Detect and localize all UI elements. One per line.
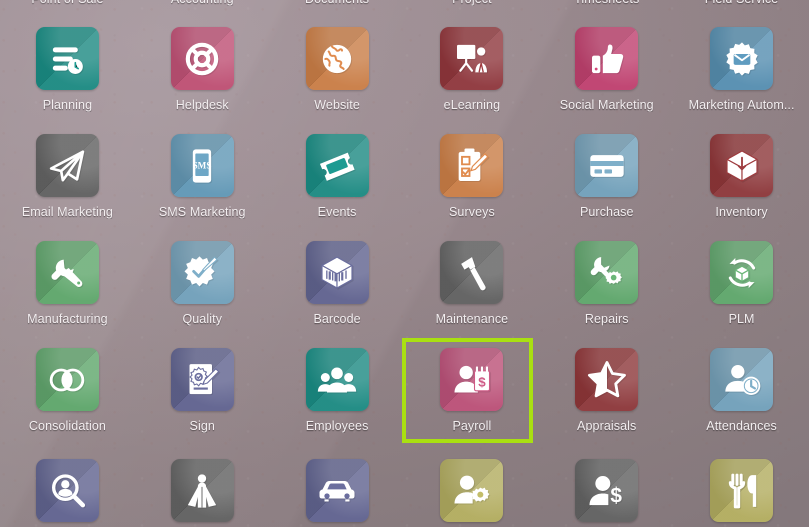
globe-icon[interactable]: [305, 27, 369, 90]
app-tile-payroll[interactable]: $ Payroll: [404, 334, 539, 441]
planning-icon[interactable]: [35, 27, 99, 90]
car-icon[interactable]: [305, 459, 369, 522]
barcode-box-icon[interactable]: [305, 241, 369, 304]
app-label: Helpdesk: [175, 98, 229, 112]
app-tile-social-marketing[interactable]: Social Marketing: [539, 13, 674, 120]
lifebuoy-icon[interactable]: [170, 27, 234, 90]
app-tile-appraisals[interactable]: Appraisals: [539, 334, 674, 441]
app-tile-barcode[interactable]: Barcode: [270, 227, 405, 334]
app-tile-events[interactable]: Events: [270, 120, 405, 227]
app-label: SMS Marketing: [158, 205, 246, 219]
people-group-icon[interactable]: [305, 348, 369, 411]
app-tile-sms-marketing[interactable]: SMS SMS Marketing: [135, 120, 270, 227]
gear-envelope-icon[interactable]: [710, 27, 774, 90]
signed-document-icon[interactable]: [170, 348, 234, 411]
app-label: Purchase: [579, 205, 634, 219]
fork-knife-icon[interactable]: [710, 459, 774, 522]
svg-text:$: $: [610, 484, 622, 507]
half-star-icon[interactable]: [575, 348, 639, 411]
app-tile-email-marketing[interactable]: Email Marketing: [0, 120, 135, 227]
app-label: Maintenance: [435, 312, 509, 326]
app-tile-website[interactable]: Website: [270, 13, 405, 120]
app-tile-repairs[interactable]: Repairs: [539, 227, 674, 334]
app-label: Attendances: [706, 419, 777, 433]
app-label: Events: [317, 205, 357, 219]
app-tile-employees[interactable]: Employees: [270, 334, 405, 441]
app-tile-fleet[interactable]: [270, 448, 405, 527]
app-label: Marketing Autom...: [688, 98, 795, 112]
app-tile-consolidation[interactable]: Consolidation: [0, 334, 135, 441]
svg-text:$: $: [478, 374, 486, 389]
app-tile-planning[interactable]: Planning: [0, 13, 135, 120]
app-label: eLearning: [443, 98, 501, 112]
app-tile-skills[interactable]: [404, 448, 539, 527]
app-tile-lunch[interactable]: [674, 448, 809, 527]
app-tile-maintenance[interactable]: Maintenance: [404, 227, 539, 334]
app-label: Manufacturing: [27, 312, 108, 326]
app-tile-plm[interactable]: PLM: [674, 227, 809, 334]
wrench-gear-icon[interactable]: [575, 241, 639, 304]
wrench-icon[interactable]: [35, 241, 99, 304]
person-gear-icon[interactable]: [440, 459, 504, 522]
person-search-icon[interactable]: [35, 459, 99, 522]
app-label: Barcode: [313, 312, 361, 326]
app-label: Sign: [189, 419, 215, 433]
app-label: Quality: [182, 312, 223, 326]
person-cape-icon[interactable]: [170, 459, 234, 522]
app-tile-recruitment[interactable]: [0, 448, 135, 527]
desktop-background: Point of SaleAccountingDocumentsProjectT…: [0, 0, 809, 527]
app-label: Inventory: [715, 205, 768, 219]
app-tile-time-off[interactable]: [135, 448, 270, 527]
thumbs-up-icon[interactable]: [575, 27, 639, 90]
app-label: Email Marketing: [21, 205, 113, 219]
badge-check-pen-icon[interactable]: [170, 241, 234, 304]
app-label: Website: [314, 98, 360, 112]
app-label: Repairs: [584, 312, 629, 326]
app-tile-manufacturing[interactable]: Manufacturing: [0, 227, 135, 334]
app-tile-quality[interactable]: Quality: [135, 227, 270, 334]
person-clock-icon[interactable]: [710, 348, 774, 411]
paper-plane-icon[interactable]: [35, 134, 99, 197]
app-label: Consolidation: [28, 419, 106, 433]
app-label: Payroll: [452, 419, 492, 433]
app-tile-marketing-autom[interactable]: Marketing Autom...: [674, 13, 809, 120]
clipboard-pen-icon[interactable]: [440, 134, 504, 197]
sms-phone-icon[interactable]: SMS: [170, 134, 234, 197]
clipped-bottom-row: $: [0, 448, 809, 527]
app-label: Appraisals: [577, 419, 637, 433]
app-tile-elearning[interactable]: eLearning: [404, 13, 539, 120]
app-tile-purchase[interactable]: Purchase: [539, 120, 674, 227]
app-label: Employees: [305, 419, 369, 433]
open-box-icon[interactable]: [710, 134, 774, 197]
app-tile-helpdesk[interactable]: Helpdesk: [135, 13, 270, 120]
app-tile-surveys[interactable]: Surveys: [404, 120, 539, 227]
presentation-board-icon[interactable]: [440, 27, 504, 90]
app-label: Surveys: [448, 205, 495, 219]
app-label: Planning: [42, 98, 93, 112]
credit-card-icon[interactable]: [575, 134, 639, 197]
app-tile-expenses[interactable]: $: [539, 448, 674, 527]
app-label: Social Marketing: [559, 98, 654, 112]
app-label: PLM: [728, 312, 755, 326]
person-dollar-icon[interactable]: $: [575, 459, 639, 522]
app-tile-inventory[interactable]: Inventory: [674, 120, 809, 227]
app-tile-sign[interactable]: Sign: [135, 334, 270, 441]
ticket-icon[interactable]: [305, 134, 369, 197]
cube-refresh-icon[interactable]: [710, 241, 774, 304]
svg-text:SMS: SMS: [193, 160, 212, 170]
venn-circles-icon[interactable]: [35, 348, 99, 411]
person-money-icon[interactable]: $: [440, 348, 504, 411]
hammer-icon[interactable]: [440, 241, 504, 304]
app-tile-attendances[interactable]: Attendances: [674, 334, 809, 441]
